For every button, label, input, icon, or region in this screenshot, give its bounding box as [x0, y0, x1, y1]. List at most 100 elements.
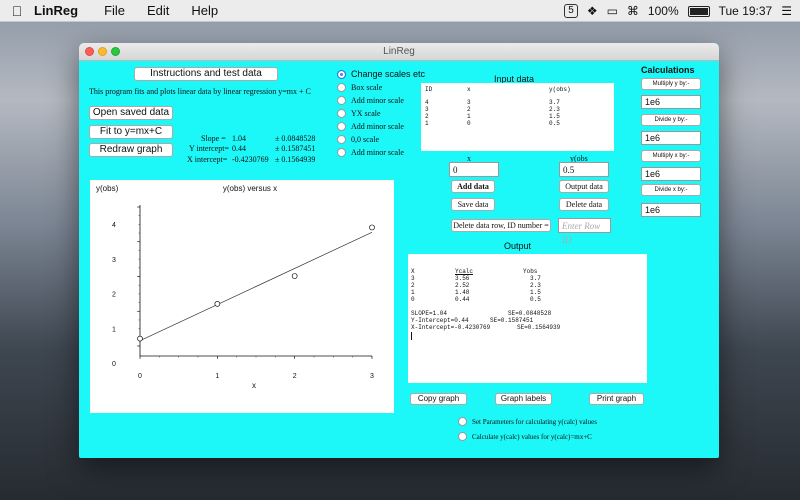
- radio-calculate-values[interactable]: Calculate y(calc) values for y(calc)=mx+…: [458, 432, 592, 441]
- radio-minor-scale-2[interactable]: Add minor scale: [337, 122, 404, 131]
- y-tick-label: 0: [112, 361, 116, 368]
- scatter-chart: y(obs) versus x y(obs) x 0 1 2 3 4 0 1 2 3: [96, 184, 375, 390]
- output-table-cell: 1.5: [530, 289, 541, 296]
- y-intercept-se: ± 0.1587451: [275, 144, 316, 153]
- radio-icon[interactable]: [337, 109, 346, 118]
- calculations-title: Calculations: [641, 65, 695, 75]
- multiply-y-field[interactable]: 1e6: [641, 95, 701, 109]
- window-titlebar[interactable]: LinReg: [79, 43, 719, 61]
- radio-icon[interactable]: [337, 96, 346, 105]
- y-tick-label: 2: [112, 292, 116, 299]
- radio-icon[interactable]: [337, 83, 346, 92]
- input-table-cell: 1.5: [549, 113, 560, 120]
- add-data-button[interactable]: Add data: [451, 180, 495, 193]
- radio-yx-scale[interactable]: YX scale: [337, 109, 381, 118]
- input-table-cell: 3.7: [549, 99, 560, 106]
- status-tray: 5 ❖ ▭ ⌘ 100% Tue 19:37 ☰: [564, 0, 792, 22]
- output-yint: Y-Intercept=0.44: [411, 317, 469, 324]
- redraw-graph-button[interactable]: Redraw graph: [89, 143, 173, 157]
- print-graph-button[interactable]: Print graph: [589, 393, 644, 405]
- radio-icon[interactable]: [337, 135, 346, 144]
- radio-change-scales[interactable]: Change scales etc: [337, 69, 425, 79]
- input-table-cell: 2.3: [549, 106, 560, 113]
- output-data-button[interactable]: Output data: [559, 180, 609, 193]
- x-tick-label: 1: [215, 373, 219, 380]
- open-saved-data-button[interactable]: Open saved data: [89, 106, 173, 120]
- y-tick-label: 1: [112, 326, 116, 333]
- graph-panel[interactable]: y(obs) versus x y(obs) x 0 1 2 3 4 0 1 2 3: [90, 180, 394, 413]
- output-header-yobs: Yobs: [523, 268, 538, 275]
- minimize-icon[interactable]: [98, 47, 107, 56]
- radio-selected-icon[interactable]: [337, 69, 346, 79]
- fit-button[interactable]: Fit to y=mx+C: [89, 125, 173, 139]
- save-data-button[interactable]: Save data: [451, 198, 495, 211]
- output-header-x: X: [411, 268, 415, 275]
- delete-data-button[interactable]: Delete data: [559, 198, 609, 211]
- row-id-input[interactable]: Enter Row ID: [558, 218, 611, 245]
- radio-icon[interactable]: [458, 417, 467, 426]
- x-intercept-label: X intercept=: [187, 155, 228, 164]
- output-title: Output: [504, 241, 532, 251]
- y-input-field[interactable]: 0.5: [559, 162, 609, 177]
- notification-badge-icon[interactable]: 5: [564, 4, 578, 18]
- battery-icon[interactable]: [687, 5, 710, 17]
- menu-list-icon[interactable]: ☰: [781, 4, 792, 18]
- dropbox-icon[interactable]: ❖: [587, 4, 598, 18]
- radio-00-scale[interactable]: 0,0 scale: [337, 135, 379, 144]
- radio-icon[interactable]: [458, 432, 467, 441]
- radio-icon[interactable]: [337, 148, 346, 157]
- close-icon[interactable]: [85, 47, 94, 56]
- data-point: [369, 224, 375, 231]
- multiply-y-button[interactable]: Multiply y by:-: [641, 78, 701, 90]
- input-table-cell: 1: [467, 113, 471, 120]
- output-xint-se: SE=0.1564939: [517, 324, 561, 331]
- divide-y-field[interactable]: 1e6: [641, 131, 701, 145]
- output-table-cell: 0.44: [455, 296, 470, 303]
- maximize-icon[interactable]: [111, 47, 120, 56]
- radio-icon[interactable]: [337, 122, 346, 131]
- input-table-cell: 0.5: [549, 120, 560, 127]
- output-table-cell: 3.7: [530, 275, 541, 282]
- radio-box-scale[interactable]: Box scale: [337, 83, 382, 92]
- menu-help[interactable]: Help: [191, 3, 218, 18]
- apple-icon[interactable]: : [0, 3, 34, 19]
- multiply-x-button[interactable]: Multiply x by:-: [641, 150, 701, 162]
- output-xint: X-Intercept=-0.4230769: [411, 324, 491, 331]
- radio-minor-scale-3[interactable]: Add minor scale: [337, 148, 404, 157]
- delete-row-button[interactable]: Delete data row, ID number =: [451, 219, 551, 232]
- divide-x-field[interactable]: 1e6: [641, 203, 701, 217]
- x-input-field[interactable]: 0: [449, 162, 499, 177]
- graph-labels-button[interactable]: Graph labels: [495, 393, 552, 405]
- battery-percent[interactable]: 100%: [648, 4, 679, 18]
- divide-y-button[interactable]: Divide y by:-: [641, 114, 701, 126]
- output-panel[interactable]: X Ycalc Yobs 3 3.56 3.7 2 2.52 2.3 1 1.48 1.5 0 0.…: [408, 254, 647, 383]
- slope-label: Slope =: [201, 134, 226, 143]
- y-tick-label: 3: [112, 257, 116, 264]
- clock[interactable]: Tue 19:37: [719, 4, 773, 18]
- input-header-x: x: [467, 86, 471, 93]
- wifi-icon[interactable]: ⌘: [627, 4, 639, 18]
- input-table-cell: 2: [425, 113, 429, 120]
- x-intercept-se: ± 0.1564939: [275, 155, 316, 164]
- output-table-cell: 1.48: [455, 289, 470, 296]
- output-table-cell: 2.52: [455, 282, 470, 289]
- input-header-id: ID: [425, 86, 433, 93]
- chart-ylabel: y(obs): [96, 184, 119, 193]
- multiply-x-field[interactable]: 1e6: [641, 167, 701, 181]
- data-point: [214, 301, 221, 307]
- menu-app-name[interactable]: LinReg: [34, 3, 78, 18]
- y-intercept-value: 0.44: [232, 144, 246, 153]
- radio-set-parameters[interactable]: Set Parameters for calculating y(calc) v…: [458, 417, 597, 426]
- input-table-cell: 2: [467, 106, 471, 113]
- instructions-button[interactable]: Instructions and test data: [134, 67, 278, 81]
- copy-graph-button[interactable]: Copy graph: [410, 393, 467, 405]
- menu-edit[interactable]: Edit: [147, 3, 169, 18]
- radio-minor-scale-1[interactable]: Add minor scale: [337, 96, 404, 105]
- text-cursor: [411, 332, 412, 340]
- airplay-icon[interactable]: ▭: [607, 4, 618, 18]
- description-text: This program fits and plots linear data …: [89, 87, 311, 96]
- input-data-list[interactable]: ID x y(obs) 4 3 3.7 3 2 2.3 2 1 1.5 1 0 0.5: [421, 83, 614, 151]
- output-table-cell: 2: [411, 282, 415, 289]
- divide-x-button[interactable]: Divide x by:-: [641, 184, 701, 196]
- menu-file[interactable]: File: [104, 3, 125, 18]
